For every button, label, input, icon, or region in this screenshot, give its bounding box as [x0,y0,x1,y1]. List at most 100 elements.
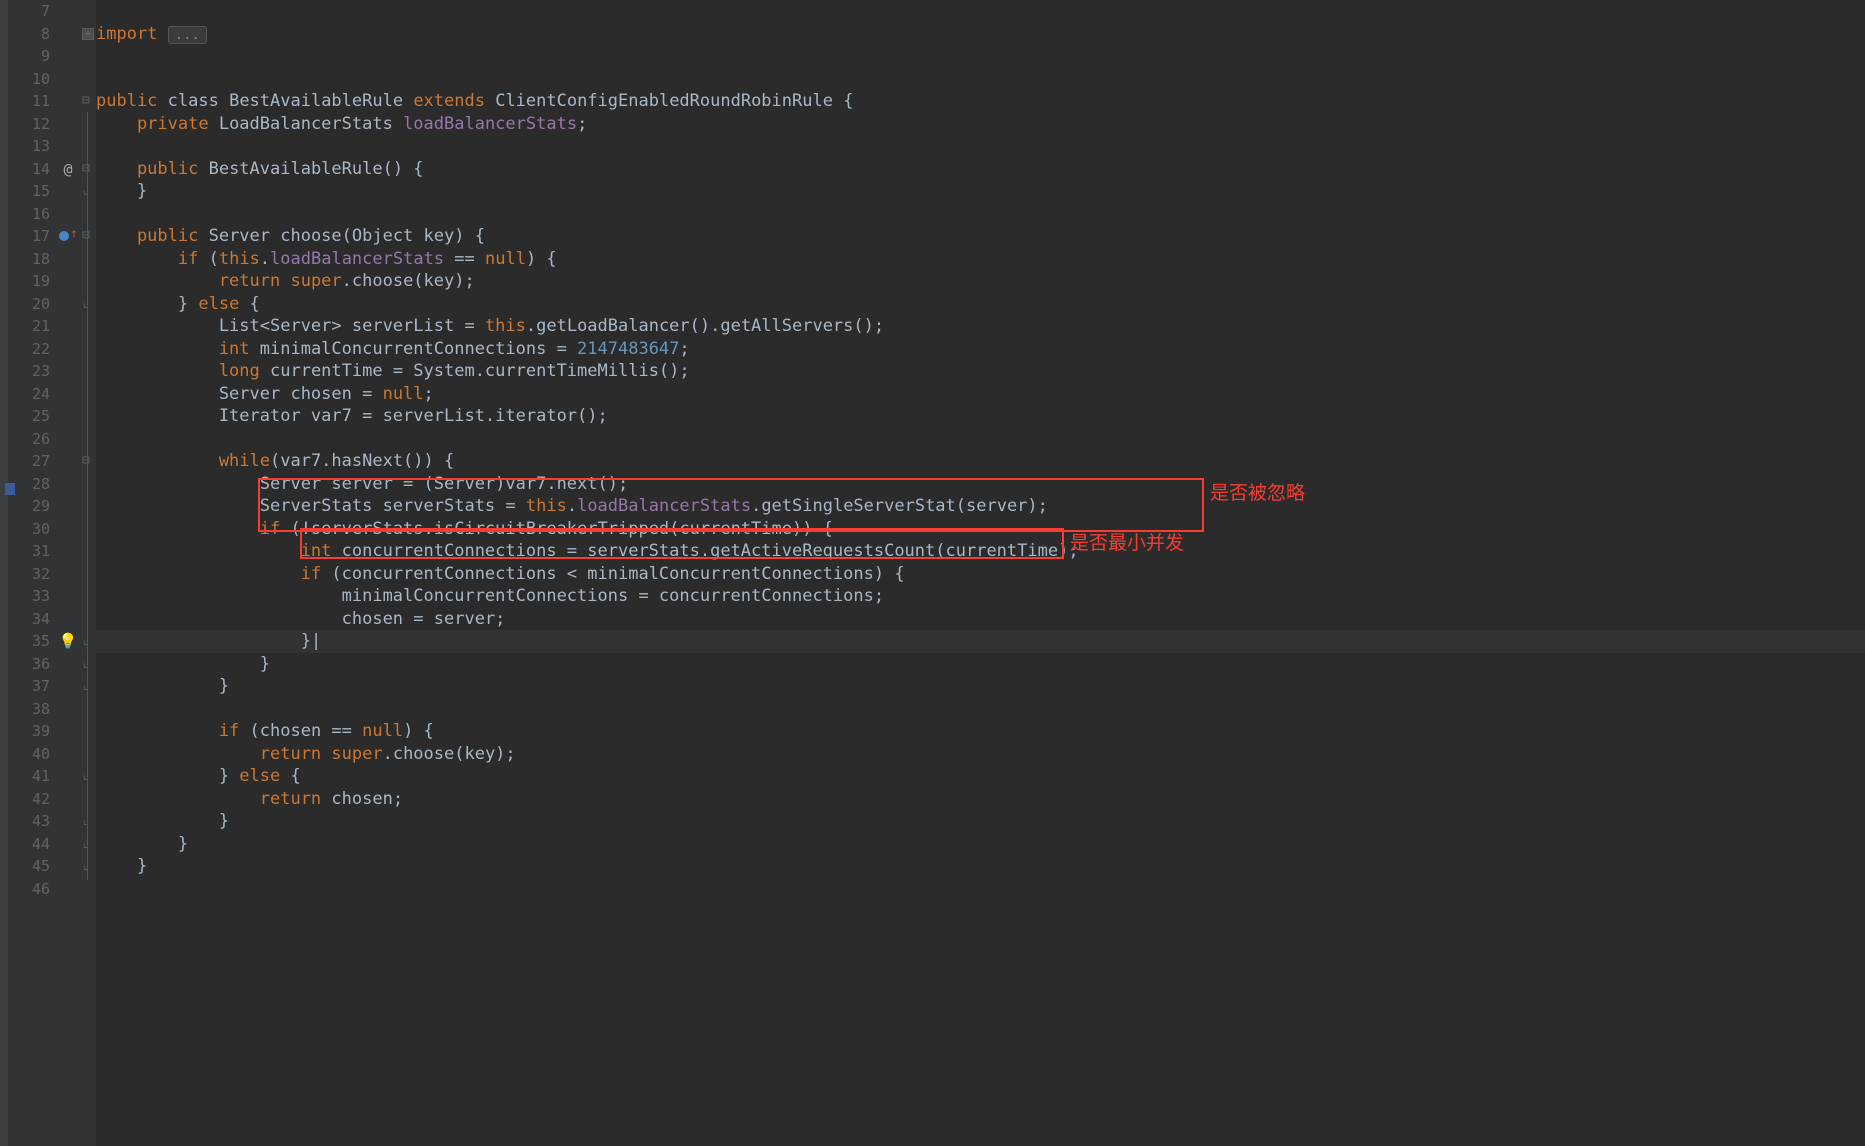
line-number[interactable]: 38 [12,698,56,721]
code-line[interactable]: if (!serverStats.isCircuitBreakerTripped… [96,518,1865,541]
code-line[interactable] [96,428,1865,451]
code-line[interactable]: public BestAvailableRule() { [96,158,1865,181]
line-number[interactable]: 25 [12,405,56,428]
code-line[interactable]: Server server = (Server)var7.next(); [96,473,1865,496]
line-number[interactable]: 7 [12,0,56,23]
override-method-icon[interactable]: @ [56,158,80,181]
code-line[interactable]: } [96,855,1865,878]
code-line[interactable]: int concurrentConnections = serverStats.… [96,540,1865,563]
code-line[interactable] [96,698,1865,721]
fold-column[interactable]: + ⊟ ⊟ ⌞ ⊟ ⌞ ⊟ ⌞ ⌞ ⌞ ⌞ ⌞ ⌞ ⌞ [80,0,96,1146]
line-number[interactable]: 14 [12,158,56,181]
fold-end-icon[interactable]: ⌞ [82,293,90,316]
breakpoint-marker[interactable] [5,483,15,495]
line-number[interactable]: 36 [12,653,56,676]
code-line[interactable] [96,68,1865,91]
breakpoint-strip[interactable] [8,0,12,1146]
fold-end-icon[interactable]: ⌞ [82,630,90,653]
code-line[interactable]: public class BestAvailableRule extends C… [96,90,1865,113]
code-line[interactable] [96,45,1865,68]
line-number[interactable]: 30 [12,518,56,541]
line-number[interactable]: 35 [12,630,56,653]
line-number[interactable]: 31 [12,540,56,563]
code-line[interactable]: } [96,810,1865,833]
line-number[interactable]: 44 [12,833,56,856]
code-editor[interactable]: 7 8 9 10 11 12 13 14 15 16 17 18 19 20 2… [0,0,1865,1146]
fold-end-icon[interactable]: ⌞ [82,653,90,676]
code-line-current[interactable]: }| [96,630,1865,653]
line-number[interactable]: 15 [12,180,56,203]
code-line[interactable]: private LoadBalancerStats loadBalancerSt… [96,113,1865,136]
line-number[interactable]: 42 [12,788,56,811]
code-line[interactable]: public Server choose(Object key) { [96,225,1865,248]
line-number[interactable]: 16 [12,203,56,226]
line-number-gutter[interactable]: 7 8 9 10 11 12 13 14 15 16 17 18 19 20 2… [12,0,56,1146]
fold-collapse-icon[interactable]: ⊟ [82,90,90,113]
line-number[interactable]: 29 [12,495,56,518]
line-number[interactable]: 18 [12,248,56,271]
code-line[interactable]: int minimalConcurrentConnections = 21474… [96,338,1865,361]
line-number[interactable]: 24 [12,383,56,406]
code-line[interactable]: import ... [96,23,1865,46]
fold-collapse-icon[interactable]: ⊟ [82,225,90,248]
code-line[interactable]: minimalConcurrentConnections = concurren… [96,585,1865,608]
line-number[interactable]: 46 [12,878,56,901]
code-line[interactable]: } [96,180,1865,203]
line-number[interactable]: 21 [12,315,56,338]
line-number[interactable]: 13 [12,135,56,158]
code-line[interactable]: Server chosen = null; [96,383,1865,406]
line-number[interactable]: 10 [12,68,56,91]
line-number[interactable]: 19 [12,270,56,293]
line-number[interactable]: 26 [12,428,56,451]
intention-bulb-icon[interactable]: 💡 [56,630,80,653]
code-line[interactable]: } else { [96,293,1865,316]
line-number[interactable]: 23 [12,360,56,383]
line-number[interactable]: 40 [12,743,56,766]
fold-collapse-icon[interactable]: ⊟ [82,450,90,473]
fold-end-icon[interactable]: ⌞ [82,675,90,698]
code-line[interactable] [96,878,1865,901]
code-line[interactable]: ServerStats serverStats = this.loadBalan… [96,495,1865,518]
code-line[interactable] [96,0,1865,23]
line-number[interactable]: 32 [12,563,56,586]
code-line[interactable]: chosen = server; [96,608,1865,631]
code-line[interactable]: if (chosen == null) { [96,720,1865,743]
code-line[interactable]: if (concurrentConnections < minimalConcu… [96,563,1865,586]
fold-collapse-icon[interactable]: ⊟ [82,158,90,181]
line-number[interactable]: 28 [12,473,56,496]
code-line[interactable]: return chosen; [96,788,1865,811]
collapsed-import-block[interactable]: ... [168,26,207,44]
code-line[interactable]: List<Server> serverList = this.getLoadBa… [96,315,1865,338]
code-line[interactable] [96,203,1865,226]
line-number[interactable]: 12 [12,113,56,136]
line-number[interactable]: 37 [12,675,56,698]
line-number[interactable]: 8 [12,23,56,46]
code-line[interactable]: return super.choose(key); [96,743,1865,766]
line-number[interactable]: 39 [12,720,56,743]
line-number[interactable]: 43 [12,810,56,833]
code-line[interactable]: long currentTime = System.currentTimeMil… [96,360,1865,383]
code-line[interactable]: } [96,833,1865,856]
fold-end-icon[interactable]: ⌞ [82,180,90,203]
code-line[interactable]: } [96,675,1865,698]
line-number[interactable]: 34 [12,608,56,631]
line-number[interactable]: 17 [12,225,56,248]
code-line[interactable] [96,135,1865,158]
fold-expand-icon[interactable]: + [82,28,94,40]
fold-end-icon[interactable]: ⌞ [82,833,90,856]
code-line[interactable]: } [96,653,1865,676]
line-number[interactable]: 33 [12,585,56,608]
code-line[interactable]: Iterator var7 = serverList.iterator(); [96,405,1865,428]
line-number[interactable]: 9 [12,45,56,68]
code-line[interactable]: return super.choose(key); [96,270,1865,293]
fold-end-icon[interactable]: ⌞ [82,810,90,833]
fold-end-icon[interactable]: ⌞ [82,765,90,788]
line-number[interactable]: 11 [12,90,56,113]
code-line[interactable]: if (this.loadBalancerStats == null) { [96,248,1865,271]
fold-end-icon[interactable]: ⌞ [82,855,90,878]
line-number[interactable]: 27 [12,450,56,473]
line-number[interactable]: 22 [12,338,56,361]
line-number[interactable]: 45 [12,855,56,878]
implements-method-icon[interactable]: ↑ [56,225,80,249]
code-area[interactable]: import ... public class BestAvailableRul… [96,0,1865,1146]
